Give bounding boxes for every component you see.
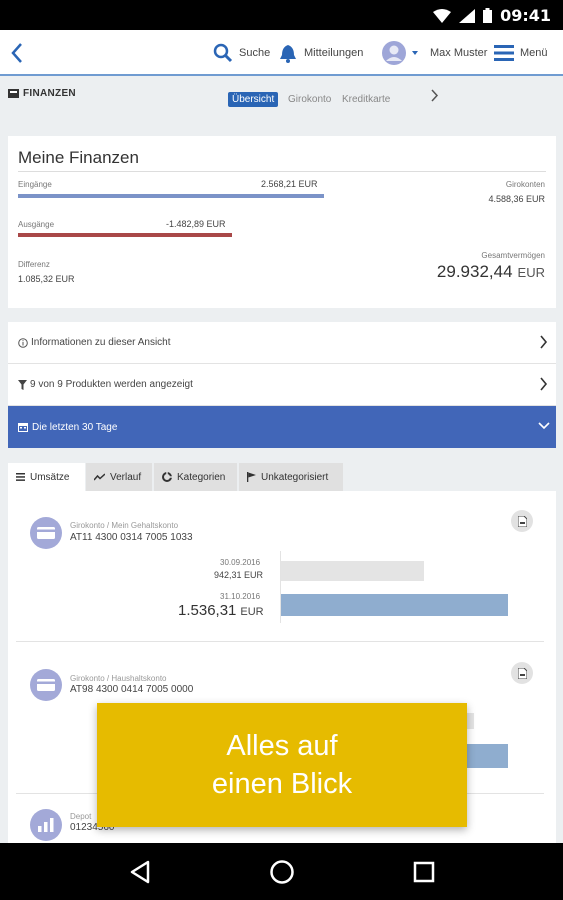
chevron-right-icon [540, 377, 548, 391]
account-iban[interactable]: AT98 4300 0414 7005 0000 [70, 684, 193, 695]
divider [18, 171, 546, 172]
banner-line-2: einen Blick [211, 768, 353, 800]
back-button[interactable] [10, 30, 24, 76]
signal-icon [459, 8, 476, 23]
user-name: Max Muster [430, 47, 488, 59]
info-row[interactable]: Informationen zu dieser Ansicht [8, 322, 556, 364]
account-avatar [30, 517, 62, 549]
card-icon [37, 679, 55, 691]
recents-square-icon [413, 861, 435, 883]
tab-verlauf[interactable]: Verlauf [86, 463, 152, 491]
back-triangle-icon [130, 860, 150, 884]
search-button[interactable]: Suche [213, 30, 270, 76]
tab-overview[interactable]: Übersicht [228, 92, 279, 107]
recents-nav-button[interactable] [410, 858, 438, 886]
messages-button[interactable]: Mitteilungen [278, 30, 363, 76]
sub-navigation: FINANZEN Übersicht Girokonto Kreditkarte [0, 78, 563, 120]
messages-label: Mitteilungen [304, 47, 364, 59]
menu-label: Menü [520, 47, 548, 59]
trend-icon [94, 473, 105, 481]
total-currency: EUR [517, 265, 545, 280]
avatar-icon [382, 41, 406, 65]
income-value: 2.568,21 EUR [261, 179, 318, 189]
account-avatar [30, 669, 62, 701]
info-row-label: Informationen zu dieser Ansicht [31, 337, 171, 348]
bar-chart-icon [38, 818, 54, 832]
divider [16, 641, 544, 642]
pdf-icon [517, 515, 527, 527]
promo-banner: Alles auf einen Blick [97, 703, 467, 827]
tab-unkategorisiert[interactable]: Unkategorisiert [239, 463, 343, 491]
tab-umsaetze[interactable]: Umsätze [8, 463, 85, 491]
battery-icon [483, 8, 493, 23]
account-avatar [30, 809, 62, 841]
finance-icon [8, 89, 19, 98]
banner-line-1: Alles auf [226, 730, 338, 762]
clock: 09:41 [500, 6, 551, 25]
income-label: Eingänge [18, 180, 52, 189]
total-amount: 29.932,44 EUR [437, 262, 545, 282]
pdf-export-button[interactable] [511, 510, 533, 532]
status-bar: 09:41 [0, 0, 563, 30]
period-row-label: Die letzten 30 Tage [32, 421, 118, 433]
total-label: Gesamtvermögen [481, 251, 545, 260]
search-icon [213, 43, 233, 63]
income-bar [18, 194, 324, 198]
tab-kategorien[interactable]: Kategorien [154, 463, 237, 491]
curr-currency: EUR [240, 606, 264, 618]
tab-kreditkarte[interactable]: Kreditkarte [338, 92, 394, 107]
caret-down-icon [412, 50, 418, 55]
account-type: Girokonto / Haushaltskonto [70, 674, 167, 683]
menu-button[interactable]: Menü [494, 30, 548, 76]
curr-bar [281, 594, 508, 616]
info-icon [18, 337, 28, 348]
prev-value: 942,31 EUR [214, 570, 264, 580]
tab-girokonto[interactable]: Girokonto [284, 92, 335, 107]
difference-label: Differenz [18, 260, 50, 269]
chevron-down-icon [538, 422, 550, 430]
curr-amount: 1.536,31 EUR [178, 602, 264, 619]
chevron-right-icon[interactable] [430, 89, 439, 102]
expenses-bar [18, 233, 232, 237]
back-nav-button[interactable] [126, 858, 154, 886]
user-menu-button[interactable]: Max Muster [382, 30, 487, 76]
curr-date: 31.10.2016 [220, 592, 261, 601]
overview-title: Meine Finanzen [18, 148, 139, 167]
system-nav-bar [0, 843, 563, 900]
giro-label: Girokonten [505, 180, 545, 189]
chevron-right-icon [540, 335, 548, 349]
flag-icon [247, 472, 256, 482]
filter-row[interactable]: 9 von 9 Produkten werden angezeigt [8, 364, 556, 406]
search-label: Suche [239, 47, 271, 59]
giro-value: 4.588,36 EUR [488, 194, 545, 204]
expenses-value: -1.482,89 EUR [166, 219, 226, 229]
overview-card: Meine Finanzen Eingänge 2.568,21 EUR Aus… [8, 136, 556, 308]
hamburger-icon [494, 45, 514, 61]
expenses-label: Ausgänge [18, 220, 55, 229]
account-type: Girokonto / Mein Gehaltskonto [70, 521, 179, 530]
account-type: Depot [70, 812, 92, 821]
section-label: FINANZEN [8, 88, 76, 99]
card-icon [37, 527, 55, 539]
account-iban[interactable]: AT11 4300 0314 7005 1033 [70, 532, 193, 543]
pie-icon [162, 472, 172, 482]
pdf-export-button[interactable] [511, 662, 533, 684]
app-header: Suche Mitteilungen Max Muster Menü [0, 30, 563, 76]
prev-bar [281, 561, 424, 581]
list-icon [16, 473, 25, 481]
home-nav-button[interactable] [268, 858, 296, 886]
wifi-icon [433, 8, 452, 23]
filter-icon [18, 379, 27, 390]
filter-row-label: 9 von 9 Produkten werden angezeigt [30, 379, 193, 390]
prev-date: 30.09.2016 [220, 558, 261, 567]
total-value: 29.932,44 [436, 262, 513, 281]
pdf-icon [517, 667, 527, 679]
chevron-left-icon [11, 43, 22, 63]
bell-icon [280, 45, 296, 63]
period-row[interactable]: Die letzten 30 Tage [8, 406, 556, 448]
home-circle-icon [270, 860, 294, 884]
calendar-icon [18, 423, 28, 432]
curr-value: 1.536,31 [178, 602, 237, 619]
difference-value: 1.085,32 EUR [18, 274, 75, 284]
